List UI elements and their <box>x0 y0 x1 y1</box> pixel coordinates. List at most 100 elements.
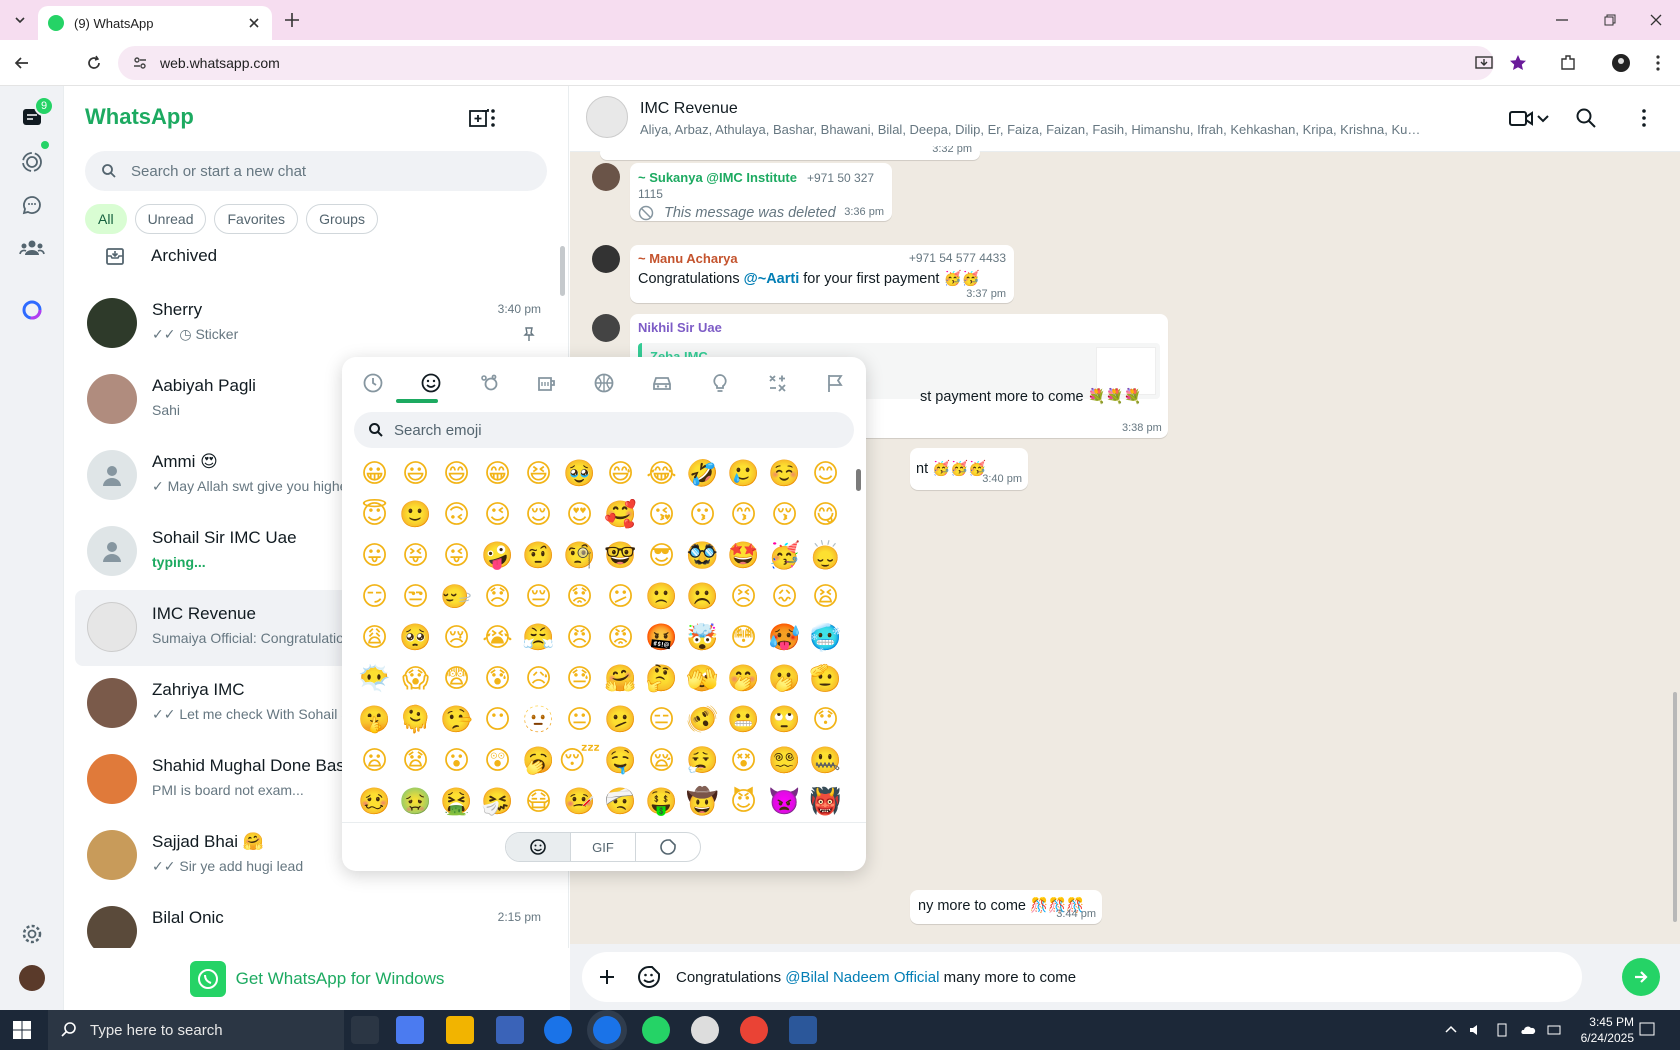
emoji-cell[interactable]: 😘 <box>641 494 682 535</box>
emoji-cell[interactable]: 😩 <box>354 617 395 658</box>
emoji-cell[interactable]: 😞 <box>477 576 518 617</box>
tab-animals[interactable] <box>472 365 506 401</box>
new-tab-icon[interactable] <box>282 10 302 30</box>
emoji-cell[interactable]: 😂 <box>641 453 682 494</box>
emoji-cell[interactable]: 😟 <box>559 576 600 617</box>
reload-icon[interactable] <box>84 53 104 73</box>
status-nav-button[interactable] <box>18 148 46 176</box>
emoji-cell[interactable]: 🥲 <box>723 453 764 494</box>
emoji-cell[interactable]: 😣 <box>723 576 764 617</box>
message-bubble[interactable]: ~ Manu Acharya +971 54 577 4433 Congratul… <box>630 245 1014 303</box>
taskbar-app-icon[interactable] <box>496 1016 524 1044</box>
emoji-cell[interactable]: 😆 <box>518 453 559 494</box>
emoji-cell[interactable]: 🙂 <box>395 494 436 535</box>
emoji-cell[interactable]: 😧 <box>395 740 436 781</box>
emoji-cell[interactable]: 😕 <box>600 576 641 617</box>
emoji-cell[interactable]: 🥺 <box>395 617 436 658</box>
conversation-scrollbar[interactable] <box>1670 152 1680 942</box>
emoji-cell[interactable]: 😮‍💨 <box>682 740 723 781</box>
tab-sticker[interactable] <box>636 833 700 861</box>
emoji-cell[interactable]: ☺️ <box>764 453 805 494</box>
emoji-cell[interactable]: 😫 <box>805 576 846 617</box>
install-app-icon[interactable] <box>1474 53 1494 73</box>
sender-avatar[interactable] <box>592 163 620 191</box>
settings-nav-button[interactable] <box>18 920 46 948</box>
emoji-cell[interactable]: 🤣 <box>682 453 723 494</box>
emoji-cell[interactable]: 🥵 <box>764 617 805 658</box>
mention-link[interactable]: @~Aarti <box>744 271 800 287</box>
emoji-cell[interactable]: 🙃 <box>436 494 477 535</box>
emoji-cell[interactable]: 😲 <box>477 740 518 781</box>
emoji-cell[interactable]: 😐 <box>559 699 600 740</box>
emoji-sticker-icon[interactable] <box>636 964 662 990</box>
emoji-search-input[interactable]: Search emoji <box>354 412 854 448</box>
close-tab-icon[interactable] <box>246 15 262 31</box>
conversation-header[interactable]: IMC Revenue Aliya, Arbaz, Athulaya, Bash… <box>570 86 1680 152</box>
emoji-cell[interactable]: 😖 <box>764 576 805 617</box>
message-bubble[interactable]: ~ Sukanya @IMC Institute +971 50 327 1115… <box>630 163 892 221</box>
chat-menu-icon[interactable] <box>1632 106 1656 130</box>
clock-app-icon[interactable] <box>691 1016 719 1044</box>
attach-plus-icon[interactable] <box>598 968 616 986</box>
chrome-active-icon[interactable] <box>593 1016 621 1044</box>
emoji-cell[interactable]: 🫢 <box>764 658 805 699</box>
emoji-cell[interactable]: 😦 <box>354 740 395 781</box>
tab-recent[interactable] <box>356 365 390 401</box>
emoji-cell[interactable]: 😎 <box>641 535 682 576</box>
emoji-cell[interactable]: 😊 <box>805 453 846 494</box>
emoji-cell[interactable]: 😵‍💫 <box>764 740 805 781</box>
extensions-icon[interactable] <box>1558 53 1578 73</box>
emoji-cell[interactable]: 😑 <box>641 699 682 740</box>
message-bubble[interactable]: ny more to come 🎊🎊🎊 3:44 pm <box>910 890 1102 924</box>
emoji-cell[interactable]: 🤮 <box>436 781 477 822</box>
emoji-cell[interactable]: 🙄 <box>764 699 805 740</box>
chat-search-input[interactable]: Search or start a new chat <box>85 151 547 191</box>
emoji-cell[interactable]: 🤢 <box>395 781 436 822</box>
minimize-icon[interactable] <box>1552 10 1572 30</box>
sender-avatar[interactable] <box>592 245 620 273</box>
emoji-scrollbar[interactable] <box>856 469 861 491</box>
message-bubble[interactable]: nt 🥳🥳🥳 3:40 pm <box>910 448 1028 490</box>
whatsapp-taskbar-icon[interactable] <box>642 1016 670 1044</box>
emoji-cell[interactable]: 🤐 <box>805 740 846 781</box>
chrome-profile-icon[interactable] <box>740 1016 768 1044</box>
tab-emoji[interactable] <box>506 833 571 861</box>
emoji-cell[interactable]: 🤔 <box>641 658 682 699</box>
group-avatar[interactable] <box>586 96 628 138</box>
tab-symbols[interactable] <box>760 365 794 401</box>
notifications-icon[interactable] <box>1638 1021 1656 1039</box>
message-input[interactable]: Congratulations @Bilal Nadeem Official m… <box>582 952 1582 1002</box>
chrome-icon[interactable] <box>544 1016 572 1044</box>
emoji-cell[interactable]: 😵 <box>723 740 764 781</box>
emoji-cell[interactable]: 🤫 <box>354 699 395 740</box>
sender-avatar[interactable] <box>592 314 620 342</box>
filter-all[interactable]: All <box>85 204 127 234</box>
get-whatsapp-windows-banner[interactable]: Get WhatsApp for Windows <box>65 948 569 1010</box>
emoji-cell[interactable]: 😝 <box>395 535 436 576</box>
chat-list-scrollbar[interactable] <box>560 246 565 296</box>
emoji-cell[interactable]: 🤯 <box>682 617 723 658</box>
emoji-cell[interactable]: 🫠 <box>395 699 436 740</box>
tab-travel[interactable] <box>645 365 679 401</box>
emoji-cell[interactable]: 🤒 <box>559 781 600 822</box>
emoji-cell[interactable]: 😥 <box>518 658 559 699</box>
task-view-icon[interactable] <box>351 1016 379 1044</box>
emoji-cell[interactable]: 👹 <box>805 781 846 822</box>
my-profile-avatar[interactable] <box>19 965 45 991</box>
emoji-cell[interactable]: 🤗 <box>600 658 641 699</box>
emoji-cell[interactable]: 🤪 <box>477 535 518 576</box>
tray-chevron-up-icon[interactable] <box>1444 1022 1458 1038</box>
emoji-cell[interactable]: 🤤 <box>600 740 641 781</box>
file-explorer-icon[interactable] <box>446 1016 474 1044</box>
onedrive-icon[interactable] <box>1520 1022 1536 1038</box>
emoji-cell[interactable]: 🤑 <box>641 781 682 822</box>
bookmark-star-icon[interactable] <box>1508 53 1528 73</box>
emoji-cell[interactable]: 😓 <box>559 658 600 699</box>
chat-row-sherry[interactable]: Sherry 3:40 pm ✓✓ ◷ Sticker <box>75 286 559 362</box>
emoji-cell[interactable]: 😁 <box>477 453 518 494</box>
emoji-cell[interactable]: 😏 <box>354 576 395 617</box>
tab-objects[interactable] <box>703 365 737 401</box>
browser-tab-whatsapp[interactable]: (9) WhatsApp <box>38 6 272 40</box>
emoji-cell[interactable]: 😨 <box>436 658 477 699</box>
emoji-cell[interactable]: 😱 <box>395 658 436 699</box>
